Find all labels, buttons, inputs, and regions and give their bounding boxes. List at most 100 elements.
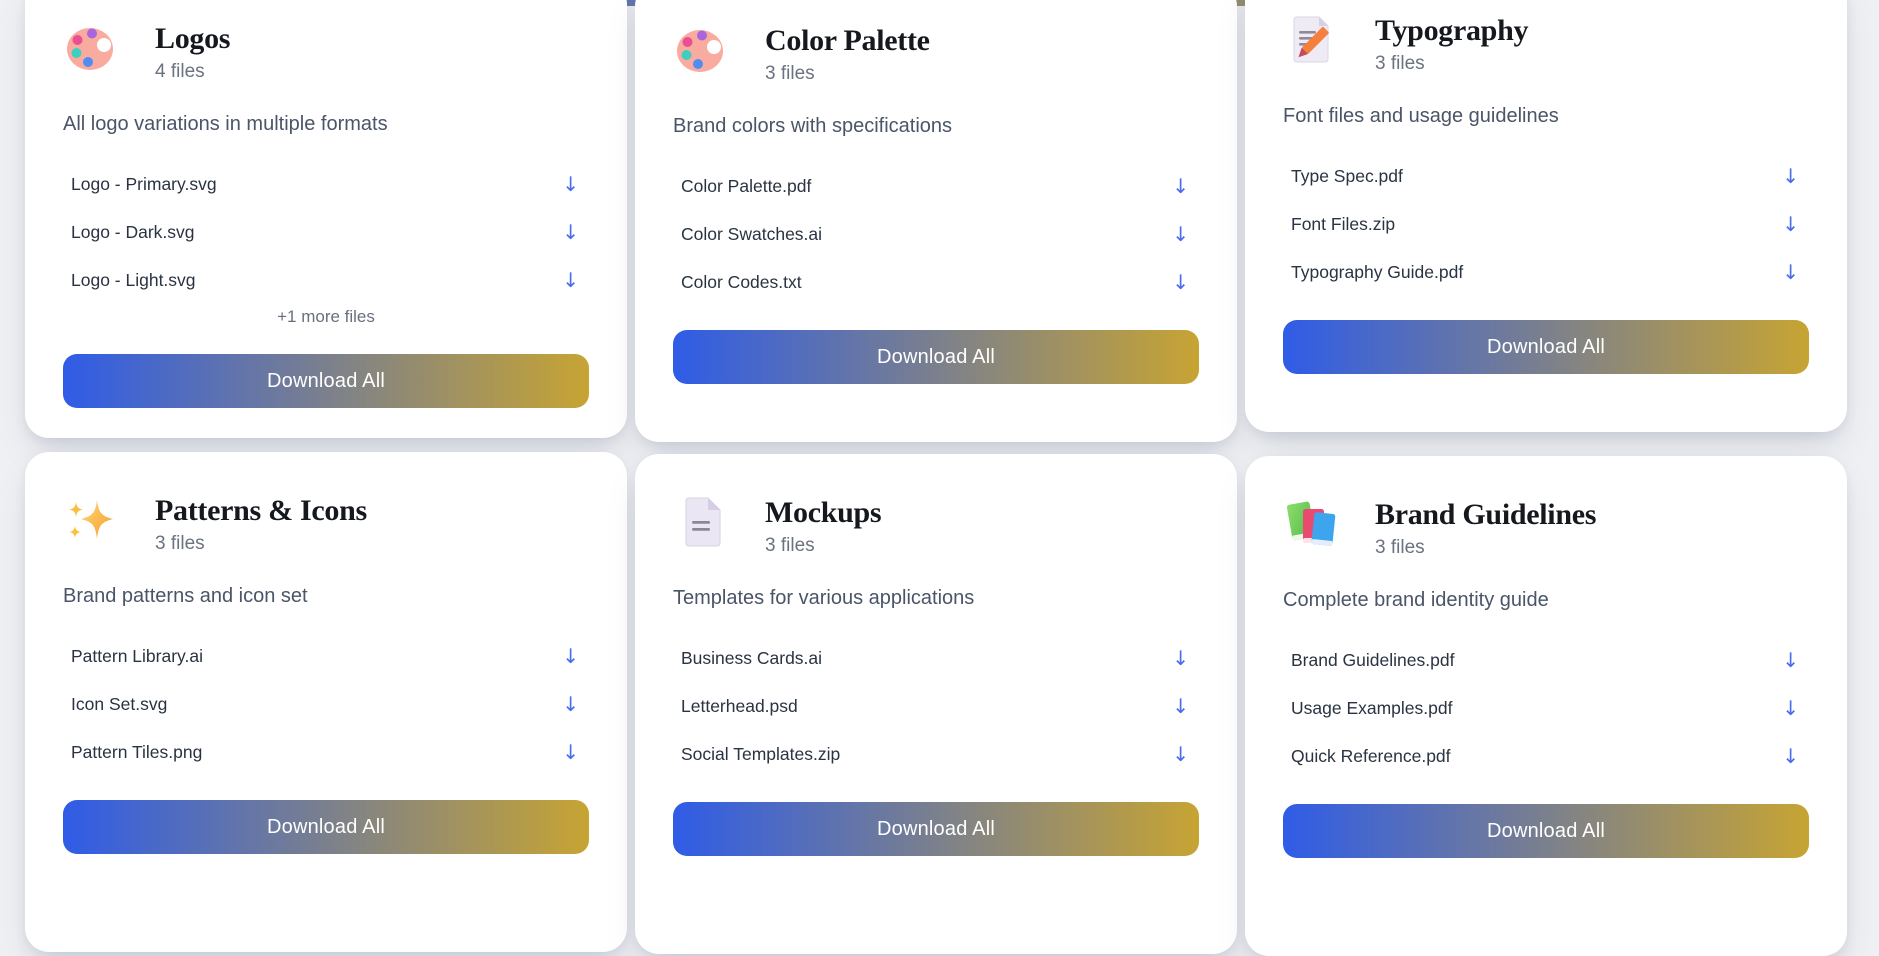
asset-card-logos: Logos 4 files All logo variations in mul… bbox=[25, 0, 627, 438]
file-name: Color Swatches.ai bbox=[681, 223, 823, 244]
card-header: Color Palette 3 files bbox=[673, 22, 1199, 86]
more-files-label: +1 more files bbox=[277, 307, 375, 326]
download-all-button[interactable]: Download All bbox=[1283, 320, 1809, 374]
file-name: Logo - Primary.svg bbox=[71, 173, 217, 194]
palette-icon bbox=[673, 22, 729, 78]
file-name: Color Codes.txt bbox=[681, 271, 802, 292]
file-name: Pattern Library.ai bbox=[71, 645, 203, 666]
file-row[interactable]: Pattern Library.ai ↓ bbox=[63, 632, 589, 680]
card-title: Mockups bbox=[765, 496, 882, 529]
file-count: 3 files bbox=[1375, 53, 1425, 74]
file-name: Usage Examples.pdf bbox=[1291, 697, 1453, 718]
card-title-block: Brand Guidelines 3 files bbox=[1375, 496, 1596, 560]
file-row[interactable]: Color Palette.pdf ↓ bbox=[673, 162, 1199, 210]
sparkles-icon bbox=[63, 492, 119, 548]
file-row[interactable]: Business Cards.ai ↓ bbox=[673, 634, 1199, 682]
file-row[interactable]: Brand Guidelines.pdf ↓ bbox=[1283, 636, 1809, 684]
file-name: Brand Guidelines.pdf bbox=[1291, 649, 1455, 670]
file-name: Pattern Tiles.png bbox=[71, 741, 203, 762]
download-file-icon[interactable]: ↓ bbox=[1780, 746, 1801, 766]
card-title-block: Color Palette 3 files bbox=[765, 22, 930, 86]
asset-card-color-palette: Color Palette 3 files Brand colors with … bbox=[635, 0, 1237, 442]
card-header: Mockups 3 files bbox=[673, 494, 1199, 558]
asset-card-patterns-icons: Patterns & Icons 3 files Brand patterns … bbox=[25, 452, 627, 952]
card-header: Logos 4 files bbox=[63, 20, 589, 84]
asset-card-brand-guidelines: Brand Guidelines 3 files Complete brand … bbox=[1245, 456, 1847, 956]
file-name: Icon Set.svg bbox=[71, 693, 168, 714]
page-icon bbox=[673, 494, 729, 550]
card-header: Patterns & Icons 3 files bbox=[63, 492, 589, 556]
card-description: Templates for various applications bbox=[673, 587, 975, 609]
file-name: Type Spec.pdf bbox=[1291, 165, 1403, 186]
file-name: Logo - Light.svg bbox=[71, 269, 196, 290]
file-row[interactable]: Logo - Dark.svg ↓ bbox=[63, 208, 589, 256]
file-count: 4 files bbox=[155, 61, 205, 82]
download-file-icon[interactable]: ↓ bbox=[1780, 214, 1801, 234]
file-row[interactable]: Type Spec.pdf ↓ bbox=[1283, 152, 1809, 200]
file-list: Color Palette.pdf ↓ Color Swatches.ai ↓ … bbox=[673, 162, 1199, 306]
asset-card-mockups: Mockups 3 files Templates for various ap… bbox=[635, 454, 1237, 954]
download-file-icon[interactable]: ↓ bbox=[1170, 176, 1191, 196]
file-row[interactable]: Logo - Light.svg ↓ bbox=[63, 256, 589, 304]
asset-card-typography: Typography 3 files Font files and usage … bbox=[1245, 0, 1847, 432]
file-row[interactable]: Quick Reference.pdf ↓ bbox=[1283, 732, 1809, 780]
file-row[interactable]: Usage Examples.pdf ↓ bbox=[1283, 684, 1809, 732]
download-file-icon[interactable]: ↓ bbox=[560, 742, 581, 762]
file-name: Color Palette.pdf bbox=[681, 175, 812, 196]
file-count: 3 files bbox=[1375, 537, 1425, 558]
download-file-icon[interactable]: ↓ bbox=[560, 646, 581, 666]
card-title-block: Logos 4 files bbox=[155, 20, 230, 84]
file-row[interactable]: Social Templates.zip ↓ bbox=[673, 730, 1199, 778]
card-title-block: Typography 3 files bbox=[1375, 12, 1528, 76]
download-file-icon[interactable]: ↓ bbox=[1170, 744, 1191, 764]
download-file-icon[interactable]: ↓ bbox=[1170, 272, 1191, 292]
download-file-icon[interactable]: ↓ bbox=[560, 694, 581, 714]
card-title: Color Palette bbox=[765, 24, 930, 57]
file-count: 3 files bbox=[765, 535, 815, 556]
file-name: Font Files.zip bbox=[1291, 213, 1396, 234]
file-name: Quick Reference.pdf bbox=[1291, 745, 1451, 766]
card-header: Typography 3 files bbox=[1283, 12, 1809, 76]
download-file-icon[interactable]: ↓ bbox=[560, 174, 581, 194]
file-name: Social Templates.zip bbox=[681, 743, 841, 764]
download-file-icon[interactable]: ↓ bbox=[1170, 224, 1191, 244]
download-file-icon[interactable]: ↓ bbox=[1780, 698, 1801, 718]
brand-assets-page: { "page": { "background_color": "#eff0f3… bbox=[0, 0, 1879, 956]
download-all-button[interactable]: Download All bbox=[673, 802, 1199, 856]
card-description: All logo variations in multiple formats bbox=[63, 113, 388, 135]
download-file-icon[interactable]: ↓ bbox=[1780, 650, 1801, 670]
file-row[interactable]: Color Swatches.ai ↓ bbox=[673, 210, 1199, 258]
download-file-icon[interactable]: ↓ bbox=[1170, 648, 1191, 668]
file-name: Logo - Dark.svg bbox=[71, 221, 195, 242]
file-row[interactable]: Font Files.zip ↓ bbox=[1283, 200, 1809, 248]
memo-icon bbox=[1283, 12, 1339, 68]
download-all-button[interactable]: Download All bbox=[63, 800, 589, 854]
card-title-block: Patterns & Icons 3 files bbox=[155, 492, 367, 556]
download-all-button[interactable]: Download All bbox=[673, 330, 1199, 384]
file-list: Brand Guidelines.pdf ↓ Usage Examples.pd… bbox=[1283, 636, 1809, 780]
download-all-button[interactable]: Download All bbox=[63, 354, 589, 408]
palette-icon bbox=[63, 20, 119, 76]
card-description: Brand patterns and icon set bbox=[63, 585, 308, 607]
card-title-block: Mockups 3 files bbox=[765, 494, 882, 558]
file-row[interactable]: Color Codes.txt ↓ bbox=[673, 258, 1199, 306]
file-row[interactable]: Logo - Primary.svg ↓ bbox=[63, 160, 589, 208]
file-row[interactable]: Typography Guide.pdf ↓ bbox=[1283, 248, 1809, 296]
download-file-icon[interactable]: ↓ bbox=[1780, 262, 1801, 282]
download-file-icon[interactable]: ↓ bbox=[560, 222, 581, 242]
card-title: Brand Guidelines bbox=[1375, 498, 1597, 531]
file-list: Type Spec.pdf ↓ Font Files.zip ↓ Typogra… bbox=[1283, 152, 1809, 296]
card-description: Font files and usage guidelines bbox=[1283, 105, 1559, 127]
file-list: Business Cards.ai ↓ Letterhead.psd ↓ Soc… bbox=[673, 634, 1199, 778]
download-file-icon[interactable]: ↓ bbox=[1170, 696, 1191, 716]
file-row[interactable]: Letterhead.psd ↓ bbox=[673, 682, 1199, 730]
download-file-icon[interactable]: ↓ bbox=[560, 270, 581, 290]
file-row[interactable]: Pattern Tiles.png ↓ bbox=[63, 728, 589, 776]
download-file-icon[interactable]: ↓ bbox=[1780, 166, 1801, 186]
file-row[interactable]: Icon Set.svg ↓ bbox=[63, 680, 589, 728]
file-count: 3 files bbox=[155, 533, 205, 554]
card-title: Logos bbox=[155, 22, 231, 55]
download-all-button[interactable]: Download All bbox=[1283, 804, 1809, 858]
card-description: Complete brand identity guide bbox=[1283, 589, 1549, 611]
file-name: Business Cards.ai bbox=[681, 647, 823, 668]
